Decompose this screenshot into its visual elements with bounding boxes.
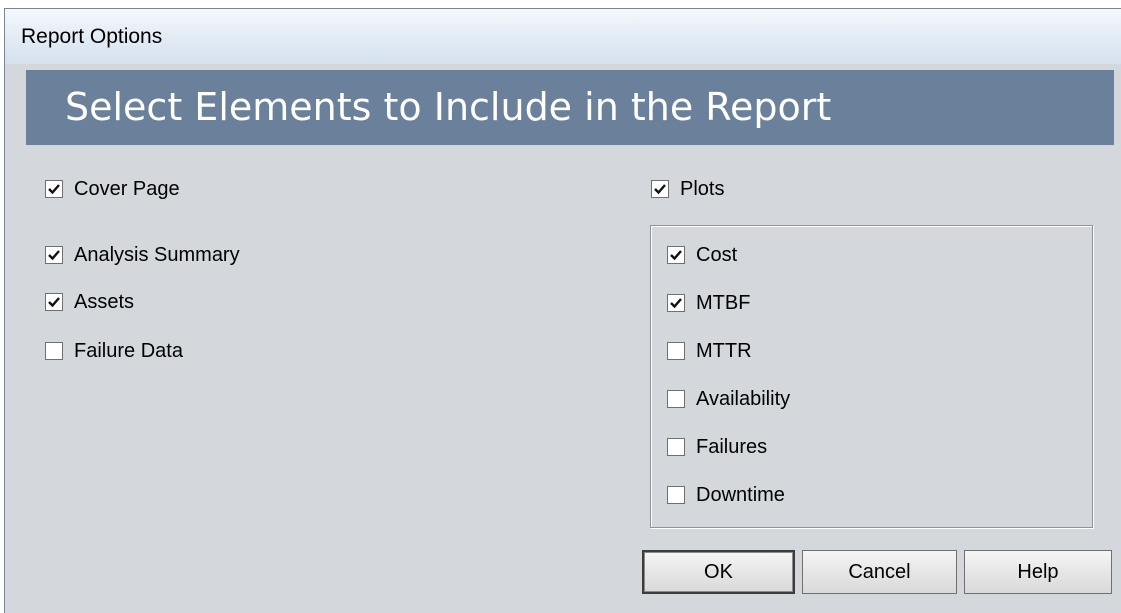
checkbox-box[interactable] bbox=[45, 246, 63, 264]
checkbox-label: Downtime bbox=[696, 483, 785, 506]
checkbox-plot-downtime[interactable]: Downtime bbox=[667, 483, 785, 507]
checkbox-label: MTTR bbox=[696, 339, 752, 362]
checkmark-icon bbox=[48, 250, 60, 261]
report-options-dialog: Report Options Select Elements to Includ… bbox=[4, 8, 1121, 613]
checkbox-label: Failure Data bbox=[74, 339, 183, 362]
checkbox-analysis-summary[interactable]: Analysis Summary bbox=[45, 243, 240, 267]
checkbox-plot-mttr[interactable]: MTTR bbox=[667, 339, 752, 363]
checkbox-box[interactable] bbox=[45, 293, 63, 311]
checkbox-box[interactable] bbox=[667, 390, 685, 408]
checkbox-box[interactable] bbox=[667, 294, 685, 312]
checkbox-box[interactable] bbox=[45, 180, 63, 198]
checkbox-failure-data[interactable]: Failure Data bbox=[45, 339, 183, 363]
ok-button[interactable]: OK bbox=[642, 550, 795, 594]
checkmark-icon bbox=[48, 184, 60, 195]
checkbox-plots[interactable]: Plots bbox=[651, 177, 724, 201]
checkbox-plot-cost[interactable]: Cost bbox=[667, 243, 737, 267]
help-button[interactable]: Help bbox=[964, 550, 1112, 594]
checkbox-plot-availability[interactable]: Availability bbox=[667, 387, 790, 411]
checkbox-label: MTBF bbox=[696, 291, 751, 314]
checkmark-icon bbox=[670, 250, 682, 261]
checkbox-label: Availability bbox=[696, 387, 791, 410]
checkbox-label: Assets bbox=[74, 290, 135, 313]
checkbox-plot-failures[interactable]: Failures bbox=[667, 435, 767, 459]
checkbox-box[interactable] bbox=[667, 246, 685, 264]
checkbox-box[interactable] bbox=[667, 486, 685, 504]
checkbox-label: Plots bbox=[680, 177, 725, 200]
cancel-button[interactable]: Cancel bbox=[802, 550, 957, 594]
dialog-title: Report Options bbox=[21, 25, 163, 48]
checkbox-plot-mtbf[interactable]: MTBF bbox=[667, 291, 750, 315]
checkbox-label: Cost bbox=[696, 243, 738, 266]
title-bar[interactable]: Report Options bbox=[5, 9, 1121, 64]
checkbox-label: Failures bbox=[696, 435, 768, 458]
checkbox-box[interactable] bbox=[45, 342, 63, 360]
checkbox-assets[interactable]: Assets bbox=[45, 290, 134, 314]
checkmark-icon bbox=[670, 298, 682, 309]
header-title: Select Elements to Include in the Report bbox=[65, 85, 832, 129]
checkbox-box[interactable] bbox=[667, 342, 685, 360]
checkbox-label: Cover Page bbox=[74, 177, 180, 200]
checkbox-box[interactable] bbox=[667, 438, 685, 456]
checkbox-label: Analysis Summary bbox=[74, 243, 240, 266]
checkmark-icon bbox=[48, 297, 60, 308]
checkmark-icon bbox=[654, 184, 666, 195]
header-banner: Select Elements to Include in the Report bbox=[26, 70, 1114, 145]
checkbox-box[interactable] bbox=[651, 180, 669, 198]
checkbox-cover-page[interactable]: Cover Page bbox=[45, 177, 180, 201]
